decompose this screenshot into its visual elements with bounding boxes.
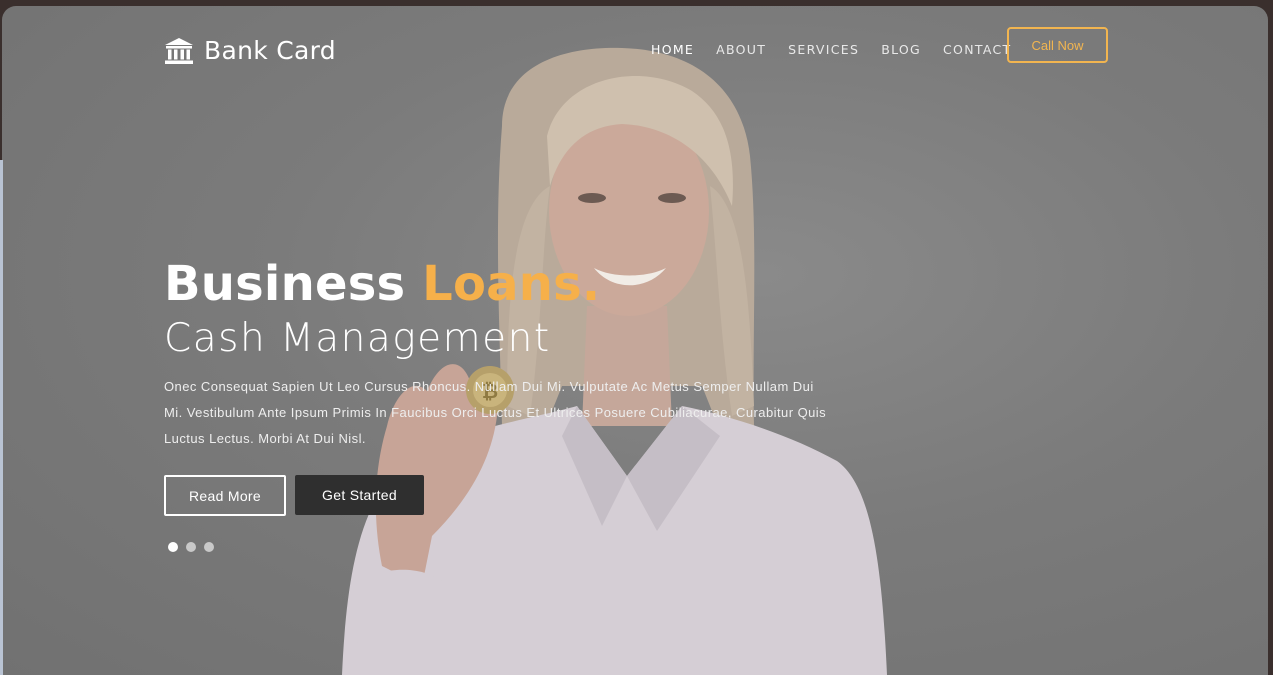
hero-banner: ₿ Bank Card HOME ABOUT SERVICES BLOG CON…: [2, 6, 1268, 675]
brand-name: Bank Card: [204, 36, 336, 65]
slider-dot-2[interactable]: [186, 542, 196, 552]
main-nav: HOME ABOUT SERVICES BLOG CONTACT: [651, 42, 1011, 57]
nav-item-home[interactable]: HOME: [651, 42, 694, 57]
nav-item-about[interactable]: ABOUT: [716, 42, 766, 57]
hero-title-main: Business: [164, 256, 406, 312]
get-started-button[interactable]: Get Started: [295, 475, 424, 515]
hero-subtitle: Cash Management: [164, 316, 551, 361]
nav-item-services[interactable]: SERVICES: [788, 42, 859, 57]
hero-title-accent: Loans.: [422, 256, 601, 312]
window-edge: [0, 160, 3, 675]
brand-logo[interactable]: Bank Card: [164, 36, 336, 65]
slider-dot-3[interactable]: [204, 542, 214, 552]
call-now-button[interactable]: Call Now: [1007, 27, 1108, 63]
slider-dot-1[interactable]: [168, 542, 178, 552]
slider-dots: [168, 542, 214, 552]
hero-description: Onec Consequat Sapien Ut Leo Cursus Rhon…: [164, 379, 827, 446]
hero-title: Business Loans.: [164, 256, 600, 312]
nav-item-contact[interactable]: CONTACT: [943, 42, 1011, 57]
read-more-button[interactable]: Read More: [164, 475, 286, 516]
nav-item-blog[interactable]: BLOG: [881, 42, 921, 57]
bank-icon: [165, 37, 193, 64]
